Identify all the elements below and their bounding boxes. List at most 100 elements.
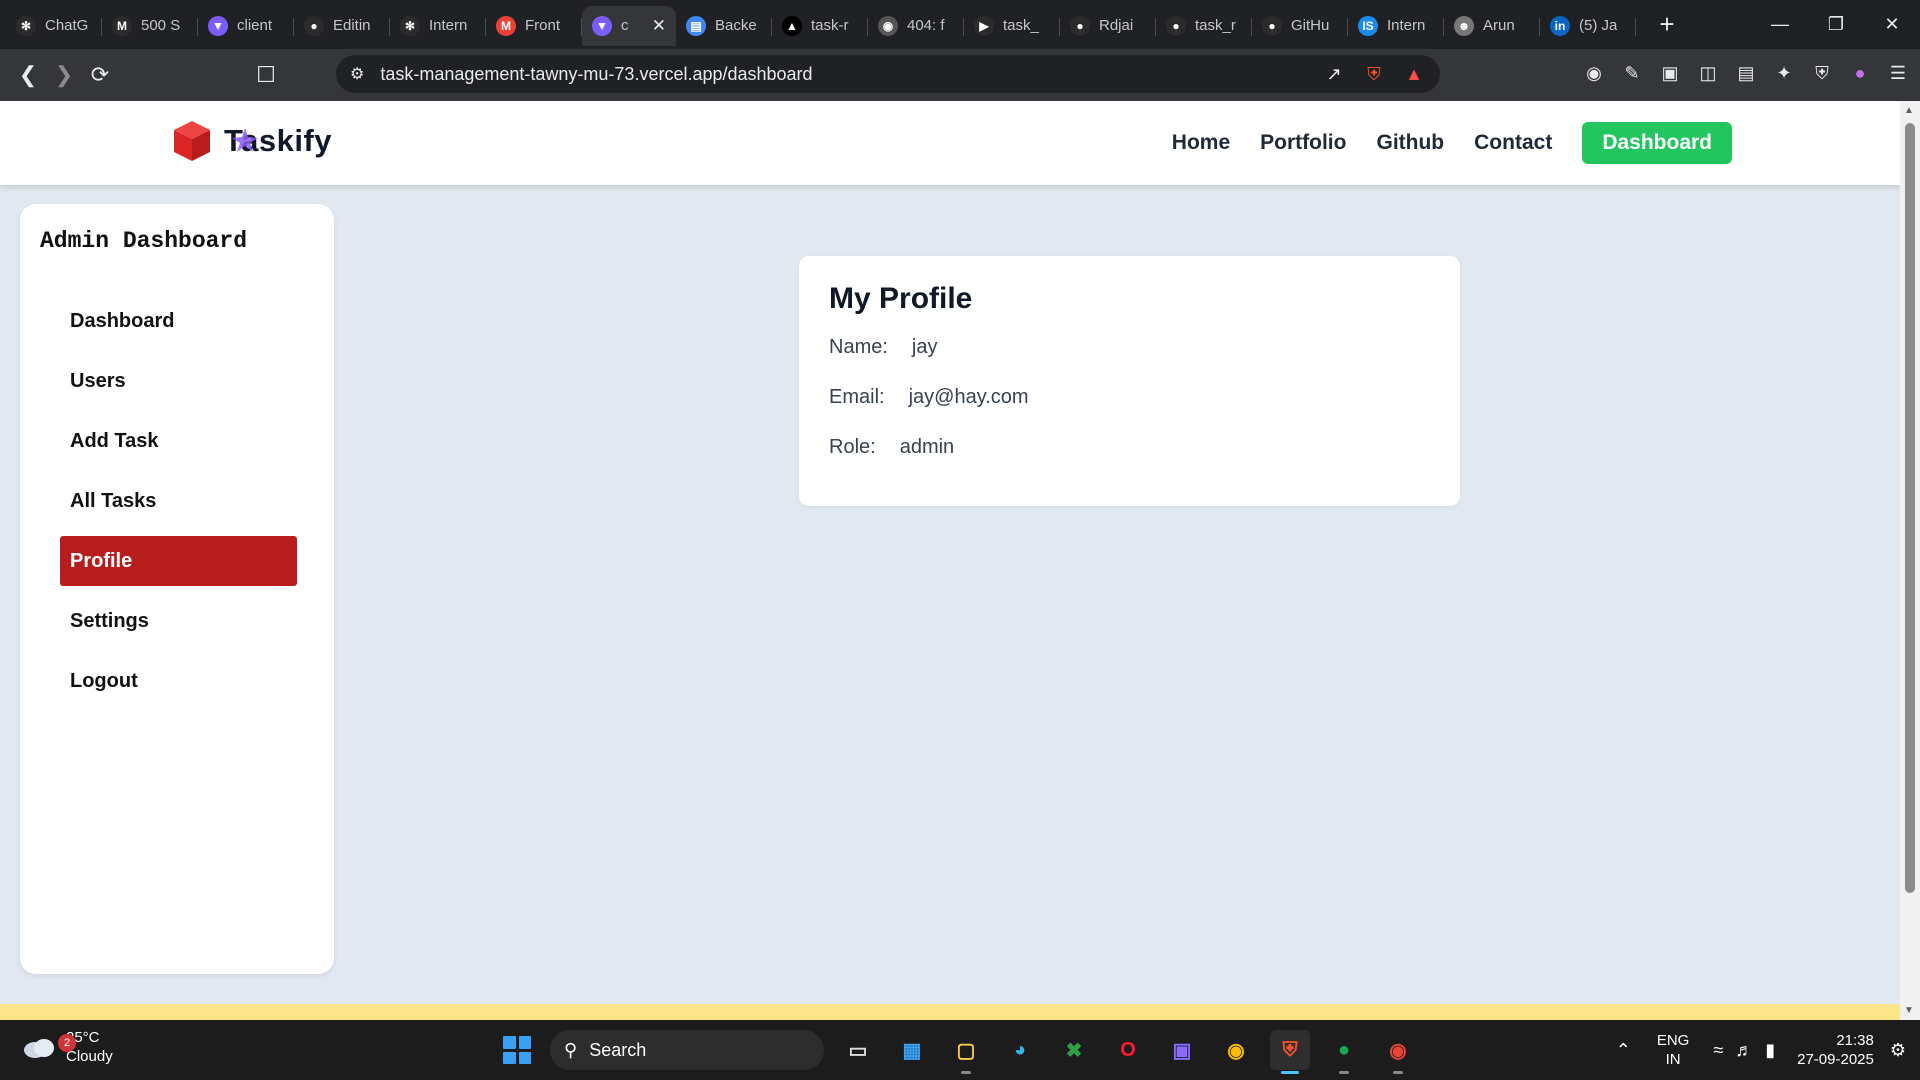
back-icon[interactable]: ❮ — [10, 57, 46, 93]
brave-icon[interactable]: ⛨ — [1270, 1030, 1310, 1074]
dashboard-button[interactable]: Dashboard — [1582, 122, 1732, 164]
reload-icon[interactable]: ⟳ — [82, 57, 118, 93]
url-text[interactable]: task-management-tawny-mu-73.vercel.app/d… — [380, 64, 812, 85]
weather-widget[interactable]: 2 25°C Cloudy — [22, 1028, 113, 1066]
browser-tab[interactable]: ▲ task-r — [772, 6, 868, 46]
forward-icon[interactable]: ❯ — [46, 57, 82, 93]
vpn-icon[interactable]: ⛨ — [1810, 61, 1834, 85]
logo[interactable]: Taskify — [172, 119, 332, 163]
proton-icon[interactable]: ▣ — [1162, 1030, 1202, 1070]
share-icon[interactable]: ↗ — [1322, 62, 1346, 86]
sidebar-item-add-task[interactable]: Add Task — [60, 416, 297, 466]
tab-label: Arun — [1483, 17, 1515, 34]
sidebar-item-logout[interactable]: Logout — [60, 656, 297, 706]
edge-icon[interactable]: ◕ — [1000, 1030, 1040, 1070]
name-label: Name: — [829, 336, 888, 358]
leo-ai-icon[interactable]: ✦ — [1772, 61, 1796, 85]
browser-tab[interactable]: ● Rdjai — [1060, 6, 1156, 46]
vite-icon: ▼ — [592, 15, 612, 36]
store-icon[interactable]: ▦ — [892, 1030, 932, 1070]
xbox-icon[interactable]: ✖ — [1054, 1030, 1094, 1070]
menu-icon[interactable]: ☰ — [1886, 61, 1910, 85]
tray-overflow-icon[interactable]: ⌃ — [1616, 1040, 1631, 1061]
weather-desc: Cloudy — [66, 1048, 113, 1065]
close-tab-icon[interactable]: ✕ — [652, 16, 666, 36]
scroll-up-icon[interactable]: ▲ — [1904, 105, 1914, 116]
site-settings-icon[interactable]: ⚙ — [350, 64, 364, 84]
sidebar-item-all-tasks[interactable]: All Tasks — [60, 476, 297, 526]
browser-tab[interactable]: ● Editin — [294, 6, 390, 46]
sidebar-toggle-icon[interactable]: ◫ — [1696, 61, 1720, 85]
close-window-icon[interactable]: ✕ — [1864, 0, 1920, 49]
battery-icon[interactable]: ▮ — [1765, 1040, 1775, 1061]
mongodb-compass-icon[interactable]: ● — [1324, 1030, 1364, 1074]
chrome-icon[interactable]: ◉ — [1216, 1030, 1256, 1070]
nav-github[interactable]: Github — [1376, 131, 1444, 155]
sidebar-item-settings[interactable]: Settings — [60, 596, 297, 646]
nav-portfolio[interactable]: Portfolio — [1260, 131, 1346, 155]
new-tab-icon[interactable]: + — [1652, 9, 1682, 40]
gmail-icon: M — [496, 15, 516, 36]
browser-tab[interactable]: ▶ task_ — [964, 6, 1060, 46]
profile-card: My Profile Name: jay Email: jay@hay.com … — [799, 256, 1460, 506]
browser-tab[interactable]: in (5) Ja — [1540, 6, 1636, 46]
restore-icon[interactable]: ❐ — [1808, 0, 1864, 49]
extension-icon-1[interactable]: ◉ — [1582, 61, 1606, 85]
wifi-icon[interactable]: ≈ — [1713, 1040, 1723, 1061]
sparkle-icon — [232, 128, 258, 152]
windows-taskbar: 2 25°C Cloudy ⚲ Search ▭ ▦ ▢ ◕ ✖ O ▣ ◉ ⛨… — [0, 1020, 1920, 1080]
task-view-icon[interactable]: ▭ — [838, 1030, 878, 1070]
docs-icon: ▤ — [686, 15, 706, 36]
browser-tab[interactable]: ☻ Arun — [1444, 6, 1540, 46]
browser-tab[interactable]: ▼ client — [198, 6, 294, 46]
volume-icon[interactable]: ♬ — [1735, 1040, 1753, 1061]
bookmark-icon[interactable]: ☐ — [248, 57, 284, 93]
tab-label: task_ — [1003, 17, 1039, 34]
github-icon: ● — [1070, 15, 1090, 36]
cloud-icon — [24, 1039, 54, 1058]
browser-tab-strip: ✻ ChatG M 500 S ▼ client ● Editin ✻ Intern M Front ▼… — [0, 0, 1920, 49]
file-explorer-icon[interactable]: ▢ — [946, 1030, 986, 1074]
sidebar-item-users[interactable]: Users — [60, 356, 297, 406]
internshala-icon: IS — [1358, 15, 1378, 36]
browser-tab[interactable]: M 500 S — [102, 6, 198, 46]
opera-icon[interactable]: O — [1108, 1030, 1148, 1070]
browser-tab[interactable]: ▼ c ✕ — [582, 5, 676, 46]
address-bar[interactable]: ⚙ task-management-tawny-mu-73.vercel.app… — [336, 55, 1440, 93]
browser-tab[interactable]: M Front — [486, 6, 582, 46]
browser-tab[interactable]: ✻ ChatG — [6, 6, 102, 46]
browser-tab[interactable]: ◉ 404: f — [868, 6, 964, 46]
puzzle-icon[interactable]: ✎ — [1620, 61, 1644, 85]
email-value: jay@hay.com — [908, 386, 1029, 408]
browser-tab[interactable]: ✻ Intern — [390, 6, 486, 46]
page-scrollbar[interactable]: ▲ ▼ — [1900, 101, 1920, 1020]
windows-start-icon[interactable] — [498, 1031, 536, 1069]
language-indicator[interactable]: ENG IN — [1657, 1031, 1690, 1069]
tab-label: 500 S — [141, 17, 181, 34]
browser-tab[interactable]: ▤ Backe — [676, 6, 772, 46]
sidebar-item-profile[interactable]: Profile — [60, 536, 297, 586]
brave-rewards-icon[interactable]: ▲ — [1402, 62, 1426, 86]
sidebar-item-dashboard[interactable]: Dashboard — [60, 296, 297, 346]
nav-contact[interactable]: Contact — [1474, 131, 1552, 155]
avatar-icon: ☻ — [1454, 15, 1474, 36]
scroll-down-icon[interactable]: ▼ — [1904, 1005, 1914, 1016]
chrome-profile-icon[interactable]: ◉ — [1378, 1030, 1418, 1074]
medium-icon: M — [112, 15, 132, 36]
profile-avatar-icon[interactable]: ● — [1848, 61, 1872, 85]
browser-tab[interactable]: ● task_r — [1156, 6, 1252, 46]
nav-home[interactable]: Home — [1172, 131, 1230, 155]
browser-tab[interactable]: ● GitHu — [1252, 6, 1348, 46]
clock-date: 27-09-2025 — [1797, 1051, 1874, 1068]
notifications-icon[interactable]: ⚙ — [1890, 1040, 1906, 1061]
brave-shield-icon[interactable]: ⛨ — [1362, 62, 1386, 86]
role-label: Role: — [829, 436, 876, 458]
clock[interactable]: 21:38 27-09-2025 — [1797, 1031, 1874, 1069]
scrollbar-thumb[interactable] — [1905, 123, 1915, 893]
taskbar-search[interactable]: ⚲ Search — [550, 1030, 824, 1070]
minimize-icon[interactable]: — — [1752, 0, 1808, 49]
browser-tab[interactable]: IS Intern — [1348, 6, 1444, 46]
wallet-icon[interactable]: ▤ — [1734, 61, 1758, 85]
screenshot-icon[interactable]: ▣ — [1658, 61, 1682, 85]
tab-label: Editin — [333, 17, 371, 34]
